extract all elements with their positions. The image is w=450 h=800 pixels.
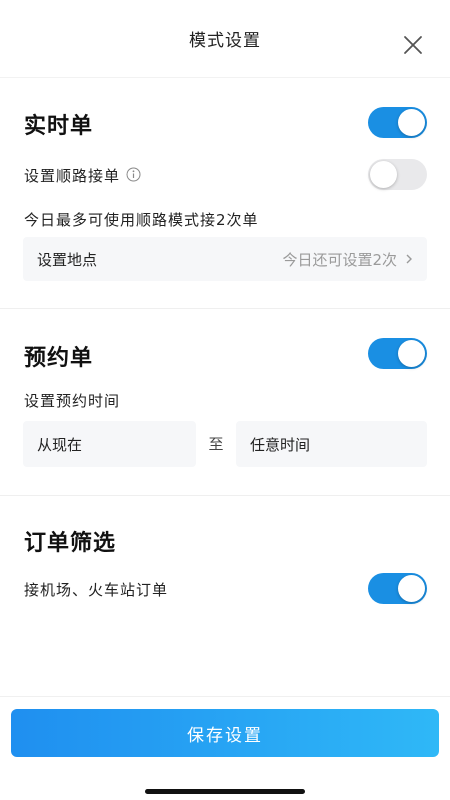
airport-station-toggle[interactable]	[368, 573, 427, 604]
route-order-label: 设置顺路接单	[24, 165, 141, 186]
filter-title: 订单筛选	[24, 531, 117, 556]
divider	[0, 495, 450, 496]
close-button[interactable]	[402, 34, 424, 56]
realtime-title: 实时单	[24, 114, 94, 139]
airport-station-label: 接机场、火车站订单	[24, 581, 169, 599]
page-title: 模式设置	[189, 31, 261, 51]
home-indicator	[145, 789, 305, 794]
save-button[interactable]: 保存设置	[11, 709, 439, 757]
footer: 保存设置	[0, 696, 450, 800]
chevron-right-icon	[406, 254, 412, 264]
set-location-row[interactable]: 设置地点 今日还可设置2次	[23, 237, 427, 281]
time-to-field[interactable]: 任意时间	[236, 421, 427, 467]
set-location-label: 设置地点	[37, 250, 98, 269]
time-from-field[interactable]: 从现在	[23, 421, 196, 467]
header-bar: 模式设置	[0, 0, 450, 78]
route-order-toggle[interactable]	[368, 159, 427, 190]
close-icon	[404, 36, 422, 54]
divider	[0, 308, 450, 309]
info-icon[interactable]	[126, 167, 141, 186]
reservation-toggle[interactable]	[368, 338, 427, 369]
reservation-title: 预约单	[24, 346, 94, 371]
reservation-time-label: 设置预约时间	[24, 392, 121, 410]
route-limit-text: 今日最多可使用顺路模式接2次单	[24, 211, 259, 229]
location-remaining: 今日还可设置2次	[282, 250, 397, 269]
realtime-toggle[interactable]	[368, 107, 427, 138]
time-to-separator: 至	[208, 435, 224, 453]
